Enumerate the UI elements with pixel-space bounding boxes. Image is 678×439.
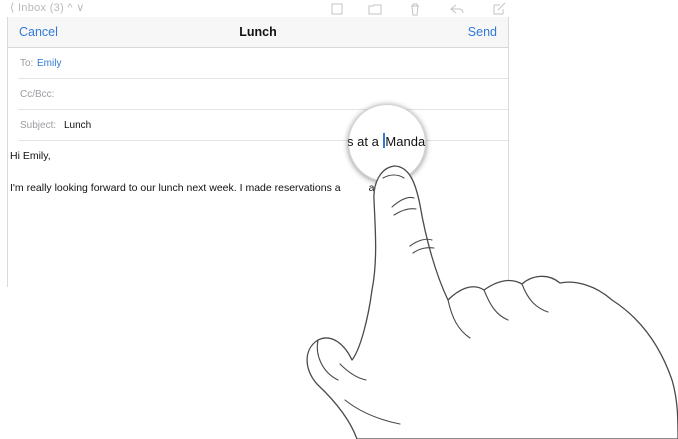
screen: ⟨ Inbox (3) ^ ∨ Cancel Lunch Send To: Em… bbox=[0, 0, 678, 439]
pointing-hand-illustration bbox=[306, 165, 678, 439]
